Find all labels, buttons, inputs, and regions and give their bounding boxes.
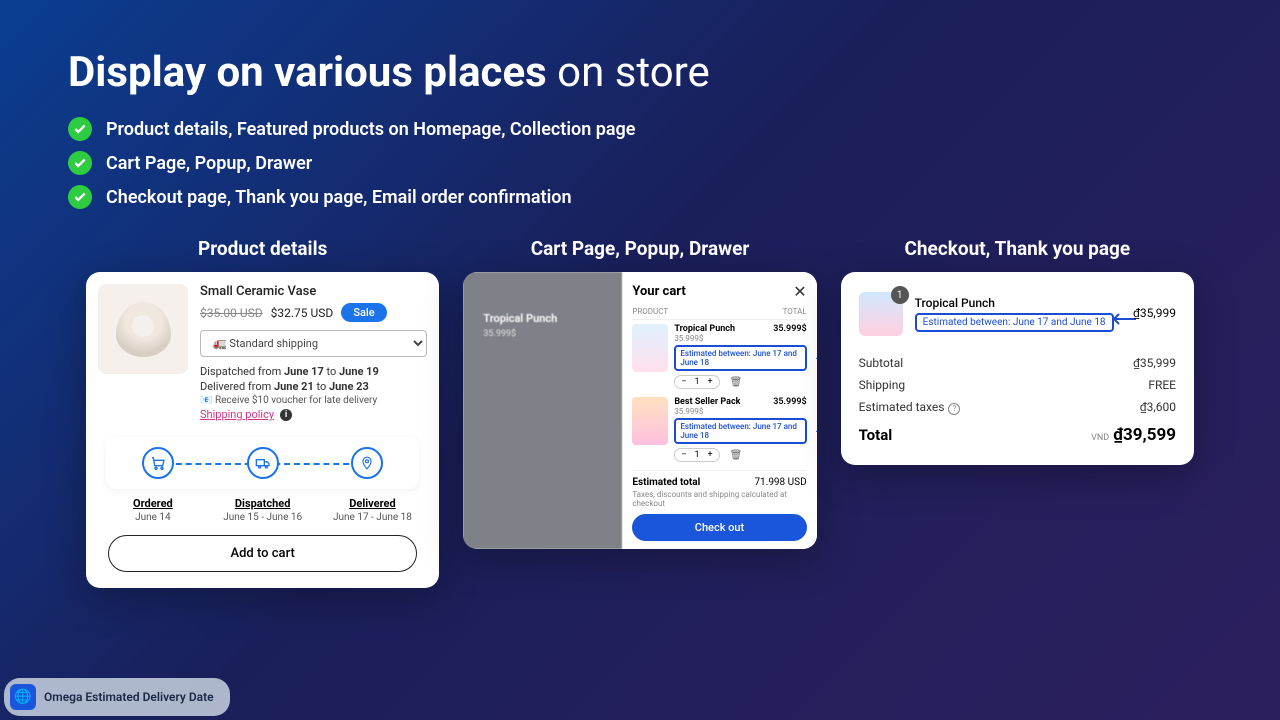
checkout-card: 1 Tropical Punch Estimated between: June… — [841, 272, 1194, 465]
truck-icon — [247, 447, 279, 479]
features-list: Product details, Featured products on Ho… — [68, 117, 1212, 209]
location-icon — [351, 447, 383, 479]
trash-icon[interactable]: 🗑 — [730, 377, 743, 388]
old-price: $35.00 USD — [200, 306, 263, 320]
tax-note: Taxes, discounts and shipping calculated… — [632, 490, 806, 508]
shipping-policy-link[interactable]: Shipping policy — [200, 408, 274, 421]
new-price: $32.75 USD — [271, 306, 334, 320]
voucher-note: Receive $10 voucher for late delivery — [200, 395, 427, 406]
total-value: ₫39,599 — [1113, 425, 1176, 445]
tl-ordered-date: June 14 — [98, 512, 208, 523]
tl-dispatched-label: Dispatched — [208, 497, 318, 510]
info-icon[interactable]: i — [280, 409, 292, 421]
estimate-box: Estimated between: June 17 and June 18 — [915, 313, 1114, 332]
headline-light: on store — [557, 48, 710, 97]
drawer-title: Your cart — [632, 284, 685, 299]
subtotal-value: ₫35,999 — [1133, 356, 1176, 370]
dispatched-line: Dispatched from June 17 to June 19 — [200, 365, 427, 378]
total-label: Total — [859, 426, 893, 444]
headline: Display on various places on store — [68, 48, 1212, 97]
trash-icon[interactable]: 🗑 — [730, 450, 743, 461]
tl-delivered-label: Delivered — [318, 497, 428, 510]
checkout-item: 1 Tropical Punch Estimated between: June… — [859, 292, 1176, 336]
sale-badge: Sale — [341, 303, 386, 322]
checkout-item-image: 1 — [859, 292, 903, 336]
cart-item: Tropical Punch 35.999$ Estimated between… — [632, 324, 806, 389]
product-image — [98, 284, 188, 374]
globe-icon: 🌐 — [10, 684, 36, 710]
help-icon[interactable]: ? — [948, 403, 960, 415]
col-title-cart: Cart Page, Popup, Drawer — [463, 237, 816, 260]
product-name: Small Ceramic Vase — [200, 284, 427, 299]
delivery-timeline — [106, 437, 419, 489]
feature-text: Cart Page, Popup, Drawer — [106, 153, 312, 174]
col-title-product: Product details — [86, 237, 439, 260]
shipping-value: FREE — [1148, 378, 1176, 392]
cart-item-price: 35.999$ — [773, 324, 806, 334]
tax-label: Estimated taxes? — [859, 400, 961, 415]
estimate-box: Estimated between: June 17 and June 18 — [674, 345, 806, 371]
est-total-label: Estimated total — [632, 477, 700, 488]
tax-value: ₫3,600 — [1140, 400, 1176, 415]
cart-item-image — [632, 397, 668, 445]
tl-delivered-date: June 17 - June 18 — [318, 512, 428, 523]
app-badge[interactable]: 🌐 Omega Estimated Delivery Date — [4, 678, 230, 716]
delivered-line: Delivered from June 21 to June 23 — [200, 380, 427, 393]
close-icon[interactable]: ✕ — [793, 282, 806, 301]
cart-item-image — [632, 324, 668, 372]
arrow-icon: ← — [813, 346, 817, 366]
headline-bold: Display on various places — [68, 48, 547, 97]
app-name: Omega Estimated Delivery Date — [44, 690, 214, 704]
col-title-checkout: Checkout, Thank you page — [841, 237, 1194, 260]
estimate-box: Estimated between: June 17 and June 18 — [674, 418, 806, 444]
check-icon — [68, 151, 92, 175]
feature-text: Checkout page, Thank you page, Email ord… — [106, 187, 572, 208]
shipping-select[interactable]: 🚛 Standard shipping — [200, 330, 427, 357]
cart-backdrop: Tropical Punch 35.999$ — [463, 272, 622, 549]
arrow-icon: ← — [813, 419, 817, 439]
cart-card: Tropical Punch 35.999$ Your cart ✕ PRODU… — [463, 272, 816, 549]
add-to-cart-button[interactable]: Add to cart — [108, 535, 418, 572]
cart-icon — [142, 447, 174, 479]
cart-drawer: Your cart ✕ PRODUCTTOTAL Tropical Punch … — [622, 272, 816, 549]
tl-dispatched-date: June 15 - June 16 — [208, 512, 318, 523]
est-total-value: 71.998 USD — [754, 477, 806, 488]
check-icon — [68, 185, 92, 209]
product-details-card: Small Ceramic Vase $35.00 USD $32.75 USD… — [86, 272, 439, 588]
currency-label: VND — [1091, 433, 1109, 443]
feature-text: Product details, Featured products on Ho… — [106, 119, 635, 140]
quantity-stepper[interactable]: −1+ — [674, 448, 719, 462]
subtotal-label: Subtotal — [859, 356, 904, 370]
cart-item: Best Seller Pack 35.999$ Estimated betwe… — [632, 397, 806, 462]
checkout-button[interactable]: Check out — [632, 514, 806, 541]
checkout-item-price: ₫35,999 — [1133, 306, 1176, 320]
tl-ordered-label: Ordered — [98, 497, 208, 510]
shipping-label: Shipping — [859, 378, 905, 392]
quantity-stepper[interactable]: −1+ — [674, 375, 719, 389]
cart-item-price: 35.999$ — [773, 397, 806, 407]
qty-badge: 1 — [891, 286, 909, 304]
check-icon — [68, 117, 92, 141]
